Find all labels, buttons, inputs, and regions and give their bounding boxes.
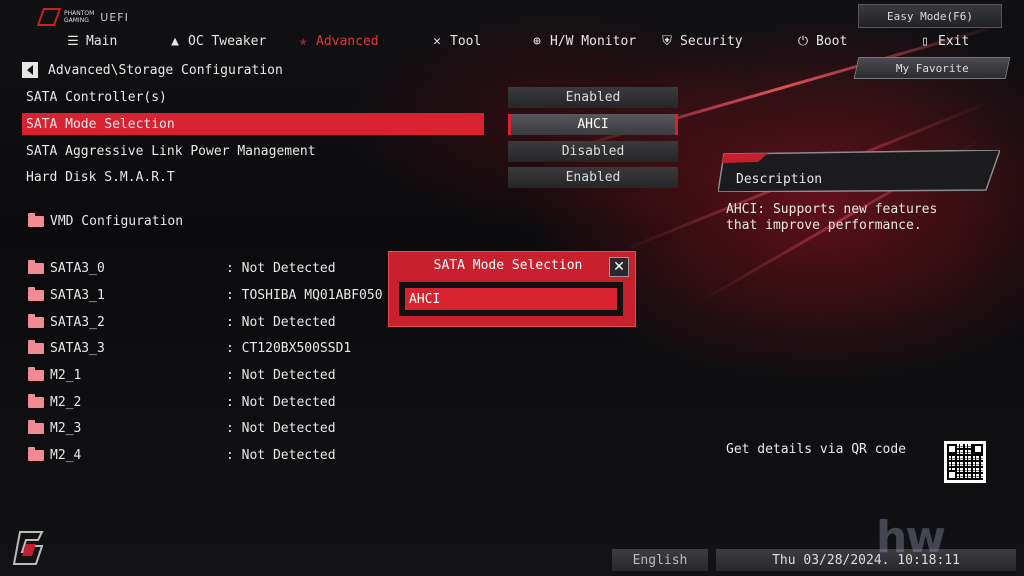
- rocket-icon: ▲: [171, 33, 179, 49]
- list-icon: ☰: [67, 33, 79, 49]
- tab-hw-monitor[interactable]: ⊕ H/W Monitor: [530, 30, 636, 52]
- qr-code-icon: [944, 441, 986, 483]
- description-text: AHCI: Supports new features that improve…: [726, 202, 938, 233]
- my-favorite-label: My Favorite: [895, 61, 969, 75]
- device-value: : Not Detected: [226, 260, 336, 276]
- wrench-icon: ✕: [433, 33, 441, 49]
- list-item[interactable]: SATA3_3: [28, 337, 105, 359]
- tab-exit[interactable]: ▯ Exit: [918, 30, 969, 52]
- exit-door-icon: ▯: [921, 33, 929, 49]
- device-value: : TOSHIBA MQ01ABF050: [226, 287, 383, 303]
- breadcrumb-path: Advanced\Storage Configuration: [48, 62, 283, 78]
- setting-label: SATA Mode Selection: [26, 116, 175, 132]
- tab-label: OC Tweaker: [188, 33, 267, 49]
- setting-label: SATA Aggressive Link Power Management: [26, 143, 316, 159]
- breadcrumb: Advanced\Storage Configuration: [22, 62, 283, 78]
- device-label: SATA3_0: [50, 260, 105, 276]
- tab-label: Boot: [816, 33, 848, 49]
- brand-logo: PHANTOM GAMING UEFI: [36, 8, 129, 26]
- back-arrow-icon: [27, 65, 33, 75]
- tab-tool[interactable]: ✕ Tool: [430, 30, 481, 52]
- language-button[interactable]: English: [612, 549, 708, 571]
- list-item[interactable]: SATA3_0: [28, 257, 105, 279]
- folder-icon: [28, 212, 44, 227]
- setting-value-sata-alpm[interactable]: Disabled: [508, 141, 678, 162]
- popup-title: SATA Mode Selection: [433, 258, 583, 273]
- main-nav: ☰ Main ▲ OC Tweaker ✯ Advanced ✕ Tool ⊕ …: [0, 30, 1024, 52]
- target-icon: ⊕: [533, 33, 541, 49]
- setting-hdd-smart[interactable]: Hard Disk S.M.A.R.T: [22, 166, 484, 188]
- tab-label: Advanced: [316, 33, 379, 49]
- setting-value-sata-mode[interactable]: AHCI: [508, 114, 678, 135]
- folder-icon: [28, 259, 44, 274]
- device-value: : Not Detected: [226, 314, 336, 330]
- device-label: M2_4: [50, 447, 82, 463]
- list-item[interactable]: M2_2: [28, 391, 81, 413]
- phantom-gaming-logo-icon: [36, 8, 62, 26]
- tab-main[interactable]: ☰ Main: [66, 30, 117, 52]
- phantom-gaming-logo-icon: [12, 531, 44, 565]
- folder-icon: [28, 419, 44, 434]
- setting-sata-mode-selection[interactable]: SATA Mode Selection: [22, 113, 484, 135]
- brand-line2: GAMING: [64, 17, 89, 24]
- setting-sata-controllers[interactable]: SATA Controller(s): [22, 86, 484, 108]
- submenu-vmd-configuration[interactable]: VMD Configuration: [28, 210, 183, 232]
- close-icon[interactable]: ✕: [609, 257, 629, 277]
- setting-sata-alpm[interactable]: SATA Aggressive Link Power Management: [22, 140, 484, 162]
- folder-icon: [28, 286, 44, 301]
- device-label: M2_1: [50, 367, 82, 383]
- device-label: SATA3_1: [50, 287, 105, 303]
- device-value: : Not Detected: [226, 367, 336, 383]
- setting-label: SATA Controller(s): [26, 89, 167, 105]
- device-value: : Not Detected: [226, 447, 336, 463]
- list-item[interactable]: M2_3: [28, 417, 81, 439]
- tab-boot[interactable]: ⏻ Boot: [796, 30, 847, 52]
- popup-option-ahci[interactable]: AHCI: [405, 288, 617, 310]
- device-value: : Not Detected: [226, 420, 336, 436]
- datetime-display: Thu 03/28/2024. 10:18:11: [716, 549, 1016, 571]
- shield-icon: ⛨: [662, 33, 672, 49]
- qr-label: Get details via QR code: [726, 442, 907, 457]
- tab-label: Security: [680, 33, 743, 49]
- setting-value-sata-controllers[interactable]: Enabled: [508, 87, 678, 108]
- folder-icon: [28, 446, 44, 461]
- list-item[interactable]: M2_1: [28, 364, 81, 386]
- description-title: Description: [736, 172, 823, 187]
- folder-icon: [28, 393, 44, 408]
- my-favorite-button[interactable]: My Favorite: [853, 57, 1011, 79]
- device-label: SATA3_2: [50, 314, 105, 330]
- submenu-label: VMD Configuration: [50, 213, 184, 229]
- easy-mode-button[interactable]: Easy Mode(F6): [858, 4, 1002, 28]
- tab-oc-tweaker[interactable]: ▲ OC Tweaker: [168, 30, 266, 52]
- folder-icon: [28, 339, 44, 354]
- list-item[interactable]: SATA3_1: [28, 284, 105, 306]
- device-value: : Not Detected: [226, 394, 336, 410]
- back-button[interactable]: [22, 62, 38, 78]
- device-label: M2_2: [50, 394, 82, 410]
- setting-label: Hard Disk S.M.A.R.T: [26, 169, 175, 185]
- list-item[interactable]: SATA3_2: [28, 311, 105, 333]
- tab-label: Main: [86, 33, 118, 49]
- brand-line1: PHANTOM: [64, 10, 95, 17]
- tab-label: H/W Monitor: [550, 33, 637, 49]
- popup-option-list: AHCI: [399, 282, 623, 316]
- device-value: : CT120BX500SSD1: [226, 340, 352, 356]
- device-label: SATA3_3: [50, 340, 105, 356]
- folder-icon: [28, 313, 44, 328]
- watermark-logo: hw: [876, 512, 946, 563]
- tab-security[interactable]: ⛨ Security: [660, 30, 743, 52]
- tab-label: Exit: [938, 33, 970, 49]
- power-icon: ⏻: [797, 33, 809, 49]
- setting-value-hdd-smart[interactable]: Enabled: [508, 167, 678, 188]
- folder-icon: [28, 366, 44, 381]
- star-icon: ✯: [299, 33, 307, 49]
- list-item[interactable]: M2_4: [28, 444, 81, 466]
- tab-label: Tool: [450, 33, 482, 49]
- brand-suffix: UEFI: [100, 10, 129, 24]
- device-label: M2_3: [50, 420, 82, 436]
- tab-advanced[interactable]: ✯ Advanced: [296, 30, 379, 52]
- sata-mode-popup: SATA Mode Selection ✕ AHCI: [388, 251, 636, 327]
